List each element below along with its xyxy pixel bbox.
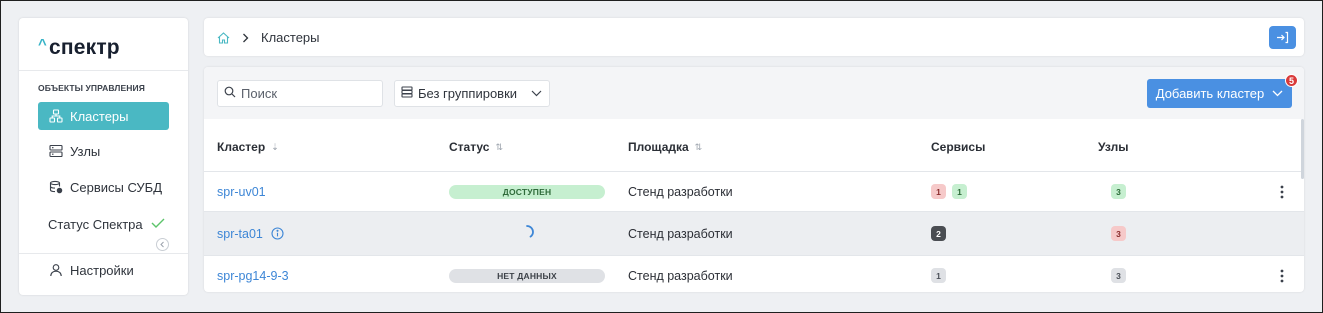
column-label: Кластер	[217, 140, 266, 154]
chevron-down-icon	[531, 90, 542, 97]
node-count-badge[interactable]: 3	[1111, 268, 1126, 283]
sidebar-item-label: Сервисы СУБД	[70, 179, 163, 195]
search-icon	[224, 86, 236, 101]
status-cell: ДОСТУПЕН	[449, 172, 605, 211]
sidebar-item-dbms-services[interactable]: Сервисы СУБД	[38, 173, 169, 201]
sidebar-item-label: Настройки	[70, 262, 134, 278]
nodes-cell: 3	[1111, 172, 1132, 211]
service-count-badge[interactable]: 1	[931, 268, 946, 283]
status-badge: НЕТ ДАННЫХ	[449, 268, 605, 283]
list-group-icon	[401, 86, 413, 101]
sort-icon[interactable]: ⇅	[495, 142, 503, 153]
sidebar-collapse-button[interactable]	[156, 238, 169, 251]
column-label: Площадка	[628, 140, 689, 154]
sidebar: ^спектр ОБЪЕКТЫ УПРАВЛЕНИЯ Кластеры Узлы	[19, 18, 188, 295]
chevron-right-icon	[242, 33, 249, 43]
column-header-nodes: Узлы	[1098, 140, 1129, 154]
info-icon[interactable]	[271, 227, 284, 240]
column-label: Сервисы	[931, 140, 986, 154]
logo-text: спектр	[48, 36, 120, 59]
table-header: Кластер ⇣ Статус ⇅ Площадка ⇅ Сервисы Уз…	[204, 119, 1304, 172]
grouping-select[interactable]: Без группировки	[394, 80, 550, 107]
table-row[interactable]: spr-ta01 Стенд разработки 2 3	[204, 212, 1304, 256]
add-cluster-label: Добавить кластер	[1155, 86, 1265, 101]
logo-caret: ^	[38, 36, 47, 53]
services-cell: 2	[931, 212, 952, 255]
sidebar-divider	[19, 253, 188, 254]
check-icon	[151, 216, 165, 232]
node-count-badge[interactable]: 3	[1111, 184, 1126, 199]
sidebar-item-spectr-status[interactable]: Статус Спектра	[38, 210, 169, 238]
user-icon	[48, 262, 64, 278]
sidebar-item-settings[interactable]: Настройки	[38, 256, 169, 284]
sort-icon[interactable]: ⇣	[271, 142, 279, 153]
column-header-services: Сервисы	[931, 140, 985, 154]
sort-icon[interactable]: ⇅	[695, 142, 703, 153]
header: Кластеры	[204, 18, 1304, 56]
search-box[interactable]	[217, 80, 383, 107]
service-count-badge[interactable]: 1	[952, 184, 967, 199]
services-cell: 1	[931, 256, 952, 292]
site-cell: Стенд разработки	[628, 268, 733, 283]
site-cell: Стенд разработки	[628, 184, 733, 199]
column-header-status[interactable]: Статус ⇅	[449, 140, 503, 154]
grouping-value: Без группировки	[418, 86, 518, 101]
sidebar-item-label: Статус Спектра	[48, 216, 143, 232]
search-input[interactable]	[241, 86, 371, 101]
logo[interactable]: ^спектр	[38, 36, 120, 60]
service-count-badge[interactable]: 2	[931, 226, 946, 241]
cluster-name-cell: spr-ta01	[217, 212, 284, 255]
nodes-cell: 3	[1111, 256, 1132, 292]
loading-spinner-icon	[519, 224, 535, 243]
cluster-name-link[interactable]: spr-ta01	[217, 227, 263, 241]
table-row[interactable]: spr-pg14-9-3 НЕТ ДАННЫХ Стенд разработки…	[204, 256, 1304, 292]
breadcrumb-current: Кластеры	[261, 30, 320, 45]
database-settings-icon	[48, 179, 64, 195]
server-icon	[48, 143, 64, 159]
notification-badge: 5	[1285, 74, 1298, 87]
breadcrumb: Кластеры	[217, 30, 320, 45]
chevron-down-icon	[1272, 90, 1283, 97]
sidebar-item-clusters[interactable]: Кластеры	[38, 102, 169, 130]
nodes-cell: 3	[1111, 212, 1132, 255]
status-badge: ДОСТУПЕН	[449, 184, 605, 199]
cluster-icon	[48, 108, 64, 124]
site-cell: Стенд разработки	[628, 226, 733, 241]
sidebar-item-label: Узлы	[70, 143, 101, 159]
more-actions-icon[interactable]	[1280, 172, 1284, 211]
cluster-name-link[interactable]: spr-pg14-9-3	[217, 256, 289, 292]
services-cell: 1 1	[931, 172, 973, 211]
sidebar-section-label: ОБЪЕКТЫ УПРАВЛЕНИЯ	[38, 83, 145, 93]
column-label: Статус	[449, 140, 490, 154]
cluster-name-link[interactable]: spr-uv01	[217, 172, 266, 211]
sidebar-item-label: Кластеры	[70, 108, 129, 124]
service-count-badge[interactable]: 1	[931, 184, 946, 199]
sidebar-divider	[19, 70, 188, 71]
add-cluster-button[interactable]: Добавить кластер	[1147, 79, 1292, 108]
status-cell: НЕТ ДАННЫХ	[449, 256, 605, 292]
clusters-panel: Без группировки Добавить кластер 5 Класт…	[204, 67, 1304, 292]
vertical-scrollbar[interactable]	[1301, 119, 1304, 179]
column-header-site[interactable]: Площадка ⇅	[628, 140, 702, 154]
toolbar: Без группировки Добавить кластер 5	[204, 67, 1304, 119]
node-count-badge[interactable]: 3	[1111, 226, 1126, 241]
column-label: Узлы	[1098, 140, 1129, 154]
status-cell	[449, 212, 605, 255]
column-header-cluster[interactable]: Кластер ⇣	[217, 140, 279, 154]
logout-button[interactable]	[1269, 26, 1296, 49]
more-actions-icon[interactable]	[1280, 256, 1284, 292]
table-row[interactable]: spr-uv01 ДОСТУПЕН Стенд разработки 1 1 3	[204, 172, 1304, 212]
sidebar-item-nodes[interactable]: Узлы	[38, 137, 169, 165]
home-icon[interactable]	[217, 31, 230, 44]
